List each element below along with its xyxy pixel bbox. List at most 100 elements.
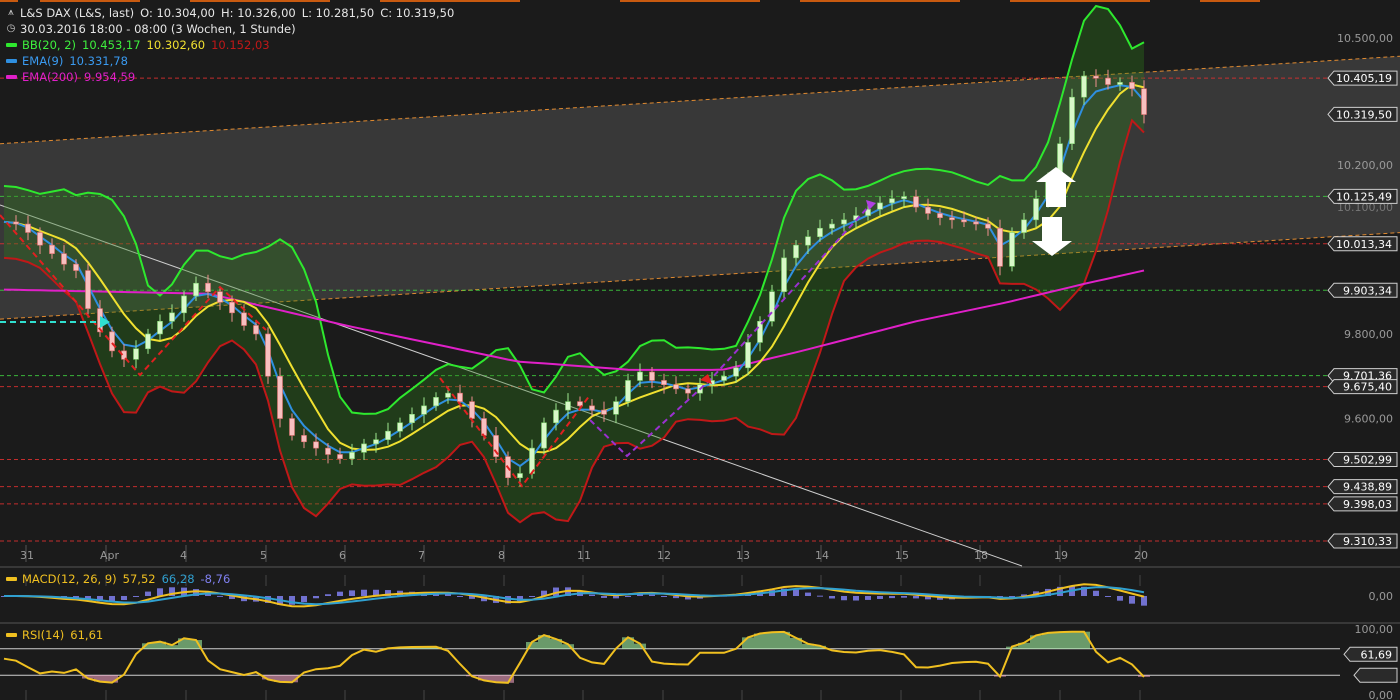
candle-body: [145, 333, 151, 350]
candle-body: [721, 375, 727, 381]
price-tag: 10.125,49: [1327, 188, 1398, 204]
candle-body: [1117, 82, 1123, 85]
top-accent-bar: [800, 0, 960, 2]
candle-body: [673, 384, 679, 390]
rsi-label: RSI(14): [22, 628, 65, 642]
ema9-swatch: [6, 59, 17, 63]
macd-hist-bar: [445, 594, 451, 596]
candle-body: [241, 312, 247, 326]
price-tag-label: 9.903,34: [1343, 284, 1392, 297]
candle-body: [289, 418, 295, 436]
macd-hist-bar: [349, 590, 355, 596]
rsi-tag-label: 61,69: [1361, 648, 1393, 661]
legend-ema200[interactable]: EMA(200) 9.954,59: [6, 69, 454, 85]
candle-body: [325, 447, 331, 455]
macd-hist-bar: [157, 588, 163, 596]
macd-hist-bar: [457, 596, 463, 597]
macd-hist-bar: [913, 596, 919, 599]
candle-body: [1093, 75, 1099, 79]
price-tag: 9.502,99: [1327, 452, 1398, 468]
candle-body: [349, 452, 355, 459]
candle-body: [385, 430, 391, 440]
candle-body: [73, 263, 79, 271]
macd-hist-bar: [901, 596, 907, 598]
ema200-value: 9.954,59: [83, 70, 136, 84]
macd-legend[interactable]: MACD(12, 26, 9) 57,52 66,28 -8,76: [6, 572, 230, 586]
price-tag: 9.438,89: [1327, 479, 1398, 495]
candle-body: [1105, 77, 1111, 85]
candle-body: [601, 409, 607, 415]
candle-body: [553, 409, 559, 424]
candle-body: [277, 375, 283, 419]
candle-body: [985, 223, 991, 229]
price-tag-label: 9.438,89: [1343, 481, 1392, 494]
candle-body: [181, 295, 187, 314]
ema200-label: EMA(200): [22, 70, 78, 84]
price-tag: 9.310,33: [1327, 533, 1398, 549]
candle-body: [661, 380, 667, 386]
rsi-tick-label: 0,00: [1369, 689, 1394, 700]
rsi-overbought-fill: [766, 632, 778, 649]
candle-body: [1033, 198, 1039, 221]
macd-hist-bar: [661, 596, 667, 597]
ema200-swatch: [6, 75, 17, 79]
x-tick-label: 4: [180, 549, 187, 562]
y-tick-label: 9.800,00: [1344, 328, 1393, 341]
candle-body: [469, 401, 475, 419]
macd-hist-bar: [529, 596, 535, 597]
candle-body: [745, 342, 751, 369]
top-accent-bar: [620, 0, 760, 2]
macd-hist-bar: [217, 595, 223, 597]
macd-hist-bar: [877, 596, 883, 599]
macd-hist-bar: [649, 594, 655, 596]
header-title: L&S DAX (L&S, last): [20, 6, 135, 20]
macd-hist-bar: [325, 594, 331, 596]
price-tag-label: 9.502,99: [1343, 454, 1392, 467]
macd-swatch: [6, 577, 17, 581]
candle-body: [313, 441, 319, 449]
top-accent-bar: [40, 0, 140, 2]
candle-body: [481, 418, 487, 436]
chart-root: 31 Apr 4 5 6 7 8 11 12 13 14 15 18 19 20 10.500,00 10.20…: [0, 0, 1400, 700]
macd-hist-bar: [337, 591, 343, 596]
macd-hist-bar: [613, 596, 619, 599]
candle-body: [193, 282, 199, 297]
rsi-swatch: [6, 633, 17, 637]
x-tick-label: 31: [20, 549, 34, 562]
price-tag: 9.398,03: [1327, 496, 1398, 512]
candle-body: [805, 236, 811, 246]
candle-body: [565, 401, 571, 411]
candle-body: [85, 270, 91, 309]
rsi-legend[interactable]: RSI(14) 61,61: [6, 628, 103, 642]
price-tag: 10.405,19: [1327, 70, 1398, 86]
macd-hist-bar: [1105, 596, 1111, 597]
candle-body: [637, 371, 643, 381]
candle-body: [901, 196, 907, 199]
chart-canvas[interactable]: 31 Apr 4 5 6 7 8 11 12 13 14 15 18 19 20 10.500,00 10.20…: [0, 0, 1400, 700]
top-accent-bar: [0, 0, 18, 2]
macd-pane: 0,00: [1, 583, 1393, 608]
macd-hist-value: -8,76: [200, 572, 231, 586]
price-tag: 10.319,50: [1327, 106, 1398, 122]
legend-bb[interactable]: BB(20, 2) 10.453,17 10.302,60 10.152,03: [6, 37, 454, 53]
candle-body: [169, 312, 175, 322]
header-high: H: 10.326,00: [221, 6, 296, 20]
candle-body: [37, 232, 43, 246]
candle-body: [733, 367, 739, 377]
rsi-30-tag-box: [1353, 667, 1398, 683]
x-tick-label: 14: [815, 549, 829, 562]
macd-hist-bar: [805, 592, 811, 596]
candle-body: [13, 221, 19, 225]
candle-body: [361, 443, 367, 453]
price-tag: 9.903,34: [1327, 282, 1398, 298]
x-tick-label: 8: [498, 549, 505, 562]
candle-body: [337, 454, 343, 459]
top-accent-bar: [380, 0, 520, 2]
legend-ema9[interactable]: EMA(9) 10.331,78: [6, 53, 454, 69]
candle-body: [301, 435, 307, 443]
rsi-overbought-fill: [742, 637, 754, 649]
candle-body: [769, 291, 775, 322]
candle-body: [133, 348, 139, 360]
macd-hist-bar: [1141, 596, 1147, 606]
ema9-label: EMA(9): [22, 54, 64, 68]
